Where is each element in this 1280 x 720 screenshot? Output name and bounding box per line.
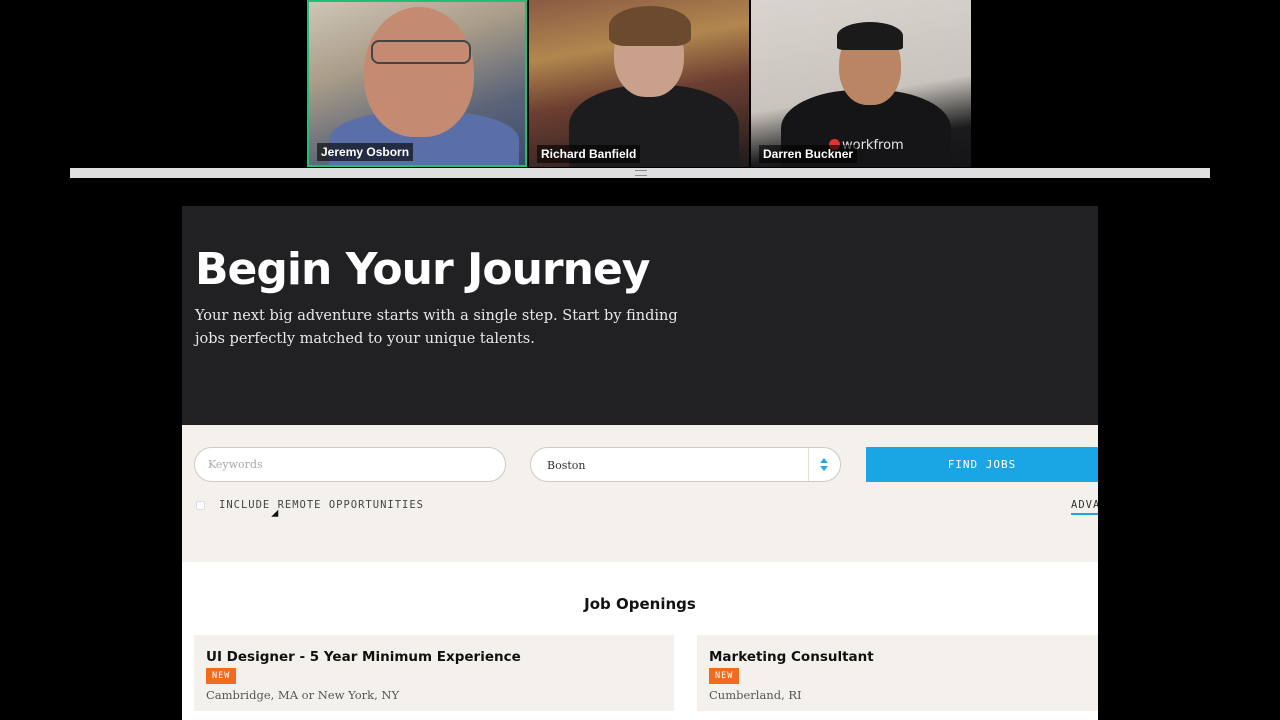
participant-name: Darren Buckner [759, 145, 858, 163]
remote-label: INCLUDE REMOTE OPPORTUNITIES [219, 499, 425, 511]
find-jobs-button[interactable]: FIND JOBS [866, 447, 1098, 482]
remote-checkbox[interactable] [196, 500, 205, 510]
hero-section: Begin Your Journey Your next big adventu… [182, 206, 1098, 425]
shared-screen: Begin Your Journey Your next big adventu… [182, 206, 1098, 720]
resize-divider[interactable] [70, 168, 1210, 178]
participant-tile-darren-buckner[interactable]: workfrom Darren Buckner [751, 0, 971, 167]
job-location: Cumberland, RI [709, 688, 802, 702]
advanced-search-link[interactable]: ADVA [1071, 499, 1098, 515]
job-location: Cambridge, MA or New York, NY [206, 688, 400, 702]
job-card[interactable]: Marketing Consultant NEW Cumberland, RI [697, 635, 1098, 711]
new-badge: NEW [709, 668, 740, 684]
participant-name: Richard Banfield [537, 145, 641, 163]
select-arrows-icon[interactable] [808, 448, 840, 481]
participant-tile-jeremy-osborn[interactable]: Jeremy Osborn [307, 0, 527, 167]
hero-subtitle: Your next big adventure starts with a si… [195, 308, 678, 347]
location-select[interactable]: Boston [530, 447, 841, 482]
remote-option[interactable]: INCLUDE REMOTE OPPORTUNITIES [196, 499, 424, 511]
drag-handle-icon[interactable] [635, 170, 647, 176]
job-openings-title: Job Openings [584, 595, 696, 613]
new-badge: NEW [206, 668, 237, 684]
video-strip: Jeremy Osborn Richard Banfield workfrom … [307, 0, 973, 168]
job-title[interactable]: Marketing Consultant [709, 649, 1086, 665]
participant-name: Jeremy Osborn [317, 143, 414, 161]
job-card[interactable]: UI Designer - 5 Year Minimum Experience … [194, 635, 674, 711]
job-title[interactable]: UI Designer - 5 Year Minimum Experience [206, 649, 662, 665]
job-openings-section: Job Openings UI Designer - 5 Year Minimu… [182, 562, 1098, 720]
keywords-input[interactable] [194, 447, 506, 482]
job-search-panel: Boston FIND JOBS INCLUDE REMOTE OPPORTUN… [182, 425, 1098, 562]
participant-tile-richard-banfield[interactable]: Richard Banfield [529, 0, 749, 167]
location-value: Boston [547, 459, 586, 472]
mouse-cursor-icon [271, 509, 282, 521]
page-title: Begin Your Journey [195, 244, 650, 295]
